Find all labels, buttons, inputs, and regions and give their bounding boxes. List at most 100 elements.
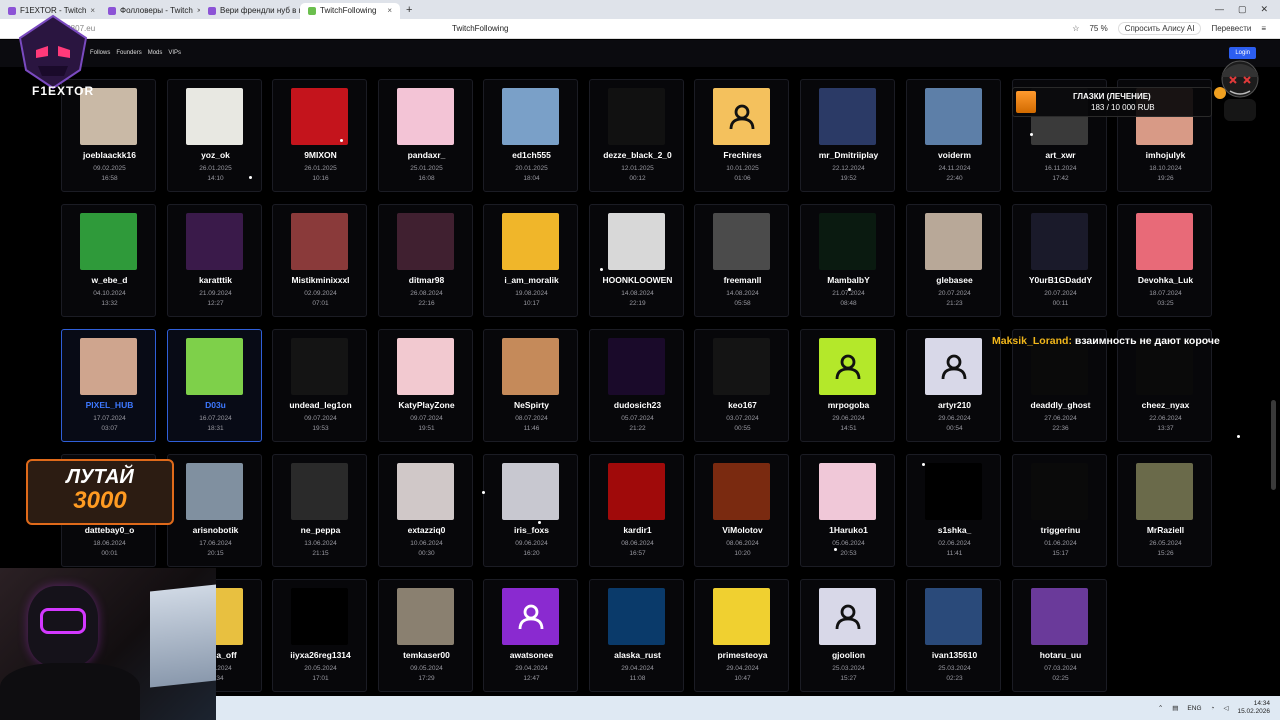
follower-card[interactable]: ViMolotov 08.06.2024 10:20 bbox=[694, 454, 789, 567]
avatar[interactable] bbox=[186, 88, 243, 145]
follower-name[interactable]: art_xwr bbox=[1013, 150, 1108, 160]
follower-card[interactable]: ed1ch555 20.01.2025 18:04 bbox=[483, 79, 578, 192]
follower-name[interactable]: Frechires bbox=[695, 150, 790, 160]
follower-card[interactable]: i_am_moralik 19.08.2024 10:17 bbox=[483, 204, 578, 317]
avatar[interactable] bbox=[925, 588, 982, 645]
follower-name[interactable]: extazziq0 bbox=[379, 525, 474, 535]
follower-name[interactable]: iris_foxs bbox=[484, 525, 579, 535]
avatar[interactable] bbox=[397, 463, 454, 520]
follower-card[interactable]: hotaru_uu 07.03.2024 02:25 bbox=[1012, 579, 1107, 692]
follower-card[interactable]: ivan135610 25.03.2024 02:23 bbox=[906, 579, 1001, 692]
follower-name[interactable]: triggerinu bbox=[1013, 525, 1108, 535]
follower-name[interactable]: dattebay0_o bbox=[62, 525, 157, 535]
avatar[interactable] bbox=[80, 213, 137, 270]
follower-name[interactable]: awatsonee bbox=[484, 650, 579, 660]
avatar[interactable] bbox=[186, 463, 243, 520]
follower-name[interactable]: KatyPlayZone bbox=[379, 400, 474, 410]
follower-name[interactable]: D03u bbox=[168, 400, 263, 410]
follower-card[interactable]: extazziq0 10.06.2024 00:30 bbox=[378, 454, 473, 567]
wifi-icon[interactable]: ◔ bbox=[1211, 705, 1215, 712]
follower-card[interactable]: iris_foxs 09.06.2024 16:20 bbox=[483, 454, 578, 567]
avatar[interactable] bbox=[186, 213, 243, 270]
avatar[interactable] bbox=[1031, 588, 1088, 645]
follower-name[interactable]: undead_leg1on bbox=[273, 400, 368, 410]
follower-card[interactable]: D03u 16.07.2024 18:31 bbox=[167, 329, 262, 442]
follower-name[interactable]: dezze_black_2_0 bbox=[590, 150, 685, 160]
follower-card[interactable]: iiyxa26reg1314 20.05.2024 17:01 bbox=[272, 579, 367, 692]
follower-card[interactable]: arisnobotik 17.06.2024 20:15 bbox=[167, 454, 262, 567]
follower-card[interactable]: pandaxr_ 25.01.2025 16:08 bbox=[378, 79, 473, 192]
follower-name[interactable]: MambalbY bbox=[801, 275, 896, 285]
follower-card[interactable]: 9MIXON 26.01.2025 10:16 bbox=[272, 79, 367, 192]
follower-name[interactable]: ivan135610 bbox=[907, 650, 1002, 660]
follower-name[interactable]: kardir1 bbox=[590, 525, 685, 535]
avatar[interactable] bbox=[925, 88, 982, 145]
follower-card[interactable]: karatttik 21.09.2024 12:27 bbox=[167, 204, 262, 317]
follower-name[interactable]: artyr210 bbox=[907, 400, 1002, 410]
follower-card[interactable]: undead_leg1on 09.07.2024 19:53 bbox=[272, 329, 367, 442]
follower-name[interactable]: freemanll bbox=[695, 275, 790, 285]
follower-card[interactable]: ne_peppa 13.06.2024 21:15 bbox=[272, 454, 367, 567]
follower-card[interactable]: dezze_black_2_0 12.01.2025 00:12 bbox=[589, 79, 684, 192]
browser-tab[interactable]: Вери френдли нуб в поге × bbox=[200, 3, 300, 19]
avatar[interactable] bbox=[291, 338, 348, 395]
avatar[interactable] bbox=[608, 463, 665, 520]
avatar[interactable] bbox=[713, 588, 770, 645]
follower-name[interactable]: joeblaackk16 bbox=[62, 150, 157, 160]
avatar[interactable] bbox=[80, 338, 137, 395]
follower-name[interactable]: dudosich23 bbox=[590, 400, 685, 410]
follower-name[interactable]: 1Haruko1 bbox=[801, 525, 896, 535]
avatar[interactable] bbox=[502, 213, 559, 270]
follower-card[interactable]: keo167 03.07.2024 00:55 bbox=[694, 329, 789, 442]
clock[interactable]: 14:34 15.02.2026 bbox=[1237, 700, 1270, 716]
follower-card[interactable]: mrpogoba 29.06.2024 14:51 bbox=[800, 329, 895, 442]
avatar[interactable] bbox=[1031, 213, 1088, 270]
follower-name[interactable]: hotaru_uu bbox=[1013, 650, 1108, 660]
avatar[interactable] bbox=[502, 463, 559, 520]
bookmark-icon[interactable]: ☆ bbox=[1072, 24, 1079, 33]
menu-icon[interactable]: ≡ bbox=[1261, 24, 1266, 33]
follower-name[interactable]: keo167 bbox=[695, 400, 790, 410]
follower-name[interactable]: iiyxa26reg1314 bbox=[273, 650, 368, 660]
avatar[interactable] bbox=[819, 213, 876, 270]
new-tab-button[interactable]: + bbox=[406, 4, 412, 16]
nav-vips[interactable]: VIPs bbox=[168, 50, 181, 56]
avatar[interactable] bbox=[397, 338, 454, 395]
avatar[interactable] bbox=[713, 213, 770, 270]
default-avatar-icon[interactable] bbox=[502, 588, 559, 645]
follower-card[interactable]: Y0urB1GDaddY 20.07.2024 00:11 bbox=[1012, 204, 1107, 317]
follower-name[interactable]: ViMolotov bbox=[695, 525, 790, 535]
follower-card[interactable]: freemanll 14.08.2024 05:58 bbox=[694, 204, 789, 317]
follower-name[interactable]: 9MIXON bbox=[273, 150, 368, 160]
follower-card[interactable]: voiderm 24.11.2024 22:40 bbox=[906, 79, 1001, 192]
language-indicator[interactable]: ENG bbox=[1187, 705, 1201, 712]
follower-card[interactable]: KatyPlayZone 09.07.2024 19:51 bbox=[378, 329, 473, 442]
avatar[interactable] bbox=[502, 88, 559, 145]
follower-card[interactable]: HOONKLOOWEN 14.08.2024 22:19 bbox=[589, 204, 684, 317]
avatar[interactable] bbox=[291, 88, 348, 145]
follower-card[interactable]: mr_Dmitriiplay 22.12.2024 19:52 bbox=[800, 79, 895, 192]
window-close-icon[interactable]: ✕ bbox=[1260, 4, 1268, 15]
chevron-up-icon[interactable]: ⌃ bbox=[1158, 704, 1163, 712]
avatar[interactable] bbox=[291, 588, 348, 645]
follower-name[interactable]: Y0urB1GDaddY bbox=[1013, 275, 1108, 285]
avatar[interactable] bbox=[502, 338, 559, 395]
follower-name[interactable]: Devohka_Luk bbox=[1118, 275, 1213, 285]
follower-card[interactable]: kardir1 08.06.2024 16:57 bbox=[589, 454, 684, 567]
network-icon[interactable]: ▤ bbox=[1172, 704, 1178, 712]
follower-card[interactable]: yoz_ok 26.01.2025 14:10 bbox=[167, 79, 262, 192]
avatar[interactable] bbox=[925, 213, 982, 270]
follower-card[interactable]: Mistikminixxxl 02.09.2024 07:01 bbox=[272, 204, 367, 317]
follower-card[interactable]: temkaser00 09.05.2024 17:29 bbox=[378, 579, 473, 692]
follower-name[interactable]: i_am_moralik bbox=[484, 275, 579, 285]
default-avatar-icon[interactable] bbox=[713, 88, 770, 145]
follower-name[interactable]: mrpogoba bbox=[801, 400, 896, 410]
follower-name[interactable]: voiderm bbox=[907, 150, 1002, 160]
avatar[interactable] bbox=[291, 463, 348, 520]
follower-name[interactable]: MrRaziell bbox=[1118, 525, 1213, 535]
avatar[interactable] bbox=[397, 213, 454, 270]
follower-name[interactable]: alaska_rust bbox=[590, 650, 685, 660]
close-icon[interactable]: × bbox=[387, 6, 392, 15]
follower-card[interactable]: awatsonee 29.04.2024 12:47 bbox=[483, 579, 578, 692]
avatar[interactable] bbox=[608, 588, 665, 645]
